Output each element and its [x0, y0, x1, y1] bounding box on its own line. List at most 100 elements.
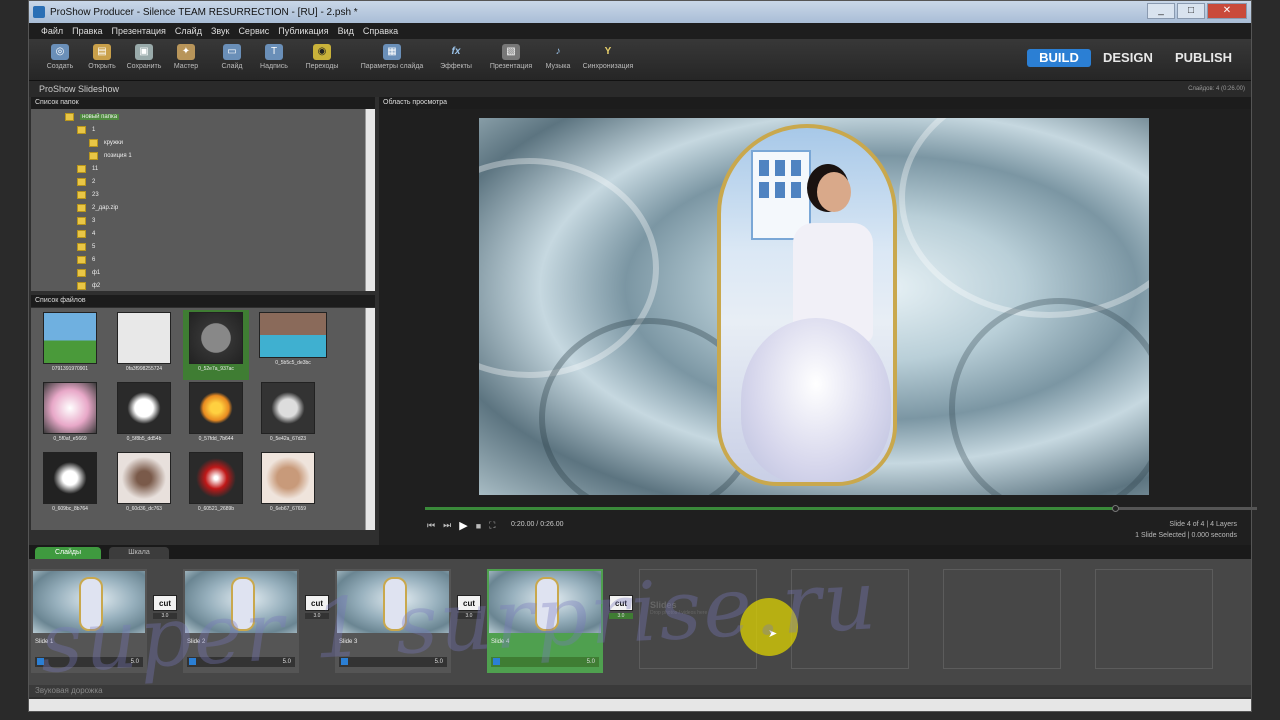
progress-knob[interactable]	[1111, 505, 1119, 512]
file-label: 0_5f0af_e5669	[53, 436, 87, 442]
file-image	[43, 312, 97, 364]
menu-view[interactable]: Вид	[338, 26, 354, 36]
audio-track[interactable]: Звуковая дорожка	[29, 685, 1251, 697]
toolbar-music-button[interactable]: ♪ Музыка	[535, 42, 581, 78]
toolbar-wizard-button[interactable]: ✦ Мастер	[163, 42, 209, 78]
playback-controls: ⏮ ⏭ ▶ ■ ⛶	[427, 519, 495, 532]
folder-item[interactable]: ф2	[77, 280, 100, 292]
tab-timeline[interactable]: Шкала	[109, 547, 169, 559]
title-bar: ProShow Producer - Silence TEAM RESURREC…	[29, 1, 1251, 23]
toolbar-effects-button[interactable]: fx Эффекты	[433, 42, 479, 78]
playback-time: 0:20.00 / 0:26.00	[511, 521, 564, 528]
menu-presentation[interactable]: Презентация	[112, 26, 166, 36]
menu-publish[interactable]: Публикация	[278, 26, 328, 36]
slide-count: Slide 4 of 4 | 4 Layers	[1169, 521, 1237, 528]
folder-item[interactable]: новый папка	[65, 111, 120, 123]
bride-head	[817, 172, 851, 212]
folder-item[interactable]: кружки	[89, 137, 123, 149]
tab-slides[interactable]: Слайды	[35, 547, 101, 559]
publish-mode-button[interactable]: PUBLISH	[1165, 49, 1242, 67]
toolbar-transitions-button[interactable]: ◉ Переходы	[299, 42, 345, 78]
project-bar: ProShow Slideshow Слайдов: 4 (0:26.00)	[29, 81, 1251, 97]
toolbar-caption-button[interactable]: T Надпись	[251, 42, 297, 78]
skip-back-icon[interactable]: ⏮	[427, 520, 435, 531]
preview-header: Область просмотра	[379, 97, 1251, 109]
timeline-scrollbar[interactable]	[29, 699, 1251, 711]
menu-help[interactable]: Справка	[363, 26, 398, 36]
file-thumbnail[interactable]: 0fa3f998255724	[111, 310, 177, 380]
file-thumbnail[interactable]: 0_5b5c5_de3bc	[255, 310, 331, 380]
file-thumbnail[interactable]: 0_5e42a_67d23	[255, 380, 321, 450]
toolbar-new-button[interactable]: ◎ Создать	[37, 42, 83, 78]
toolbar-slide-button[interactable]: ▭ Слайд	[209, 42, 255, 78]
folder-item[interactable]: 2_дар.zip	[77, 202, 118, 214]
file-thumbnail[interactable]: 0_6eb67_67659	[255, 450, 321, 520]
background-swirl	[949, 298, 1149, 495]
folder-item[interactable]: 11	[77, 163, 98, 175]
file-thumbnail[interactable]: 0_52e7a_937ac	[183, 310, 249, 380]
file-thumbnail[interactable]: 0_5f0af_e5669	[37, 380, 103, 450]
file-image	[43, 382, 97, 434]
folder-item[interactable]: ф1	[77, 267, 100, 279]
preview-canvas	[479, 118, 1149, 495]
folder-item[interactable]: 4	[77, 228, 95, 240]
file-label: 0_60521_2689b	[197, 506, 235, 512]
folder-item[interactable]: позиция 1	[89, 150, 132, 162]
toolbar-sync-button[interactable]: Y Синхронизация	[579, 42, 637, 78]
folder-label: 23	[92, 192, 99, 198]
file-thumbnail[interactable]: 0_57fdd_7b644	[183, 380, 249, 450]
toolbar-show-button[interactable]: ▧ Презентация	[485, 42, 537, 78]
file-thumbnail[interactable]: 0_609bc_8b764	[37, 450, 103, 520]
file-label: 0791391970901	[51, 366, 89, 372]
file-scrollbar[interactable]	[365, 308, 375, 530]
toolbar-sync-label: Синхронизация	[582, 63, 634, 70]
skip-forward-icon[interactable]: ⏭	[443, 520, 451, 531]
folder-item[interactable]: 3	[77, 215, 95, 227]
stop-icon[interactable]: ■	[476, 521, 481, 531]
file-thumbnail[interactable]: 0_60521_2689b	[183, 450, 249, 520]
menu-slide[interactable]: Слайд	[175, 26, 202, 36]
menu-file[interactable]: Файл	[41, 26, 63, 36]
folder-label: позиция 1	[104, 153, 132, 159]
project-name: ProShow Slideshow	[39, 84, 120, 94]
menu-tools[interactable]: Сервис	[238, 26, 269, 36]
toolbar-save-button[interactable]: ▣ Сохранить	[121, 42, 167, 78]
folder-label: 2_дар.zip	[92, 205, 119, 211]
toolbar-slide-options-button[interactable]: ▦ Параметры слайда	[359, 42, 425, 78]
file-thumbnail[interactable]: 0_60d36_dc763	[111, 450, 177, 520]
show-icon: ▧	[502, 44, 520, 60]
toolbar-new-label: Создать	[46, 63, 74, 70]
maximize-button[interactable]: □	[1177, 3, 1205, 19]
fullscreen-icon[interactable]: ⛶	[489, 520, 495, 531]
file-thumbnail[interactable]: 0791391970901	[37, 310, 103, 380]
empty-slide-slot[interactable]	[1095, 569, 1213, 669]
folder-label: 11	[92, 166, 99, 172]
close-button[interactable]: ✕	[1207, 3, 1247, 19]
folder-item[interactable]: 2	[77, 176, 95, 188]
folder-icon	[77, 269, 86, 277]
empty-slide-slot[interactable]	[943, 569, 1061, 669]
folder-item[interactable]: 1	[77, 124, 95, 136]
toolbar-open-button[interactable]: ▤ Открыть	[79, 42, 125, 78]
menu-edit[interactable]: Правка	[72, 26, 102, 36]
file-label: 0_6eb67_67659	[269, 506, 307, 512]
playback-progress-bar[interactable]	[425, 505, 1257, 512]
file-label: 0_57fdd_7b644	[198, 436, 234, 442]
toolbar-effects-label: Эффекты	[440, 63, 472, 70]
file-image	[117, 452, 171, 504]
folder-label: 2	[92, 179, 96, 185]
file-image	[189, 312, 243, 364]
play-icon[interactable]: ▶	[459, 519, 467, 532]
folder-item[interactable]: 23	[77, 189, 99, 201]
file-thumbnail[interactable]: 0_5f8b5_dd54b	[111, 380, 177, 450]
menu-audio[interactable]: Звук	[211, 26, 229, 36]
folder-item[interactable]: 6	[77, 254, 95, 266]
minimize-button[interactable]: _	[1147, 3, 1175, 19]
folder-label: новый папка	[80, 114, 120, 120]
folder-icon	[89, 152, 98, 160]
folder-scrollbar[interactable]	[365, 109, 375, 291]
build-mode-button[interactable]: BUILD	[1027, 49, 1091, 67]
design-mode-button[interactable]: DESIGN	[1093, 49, 1163, 67]
folder-item[interactable]: 5	[77, 241, 95, 253]
folder-icon	[77, 243, 86, 251]
